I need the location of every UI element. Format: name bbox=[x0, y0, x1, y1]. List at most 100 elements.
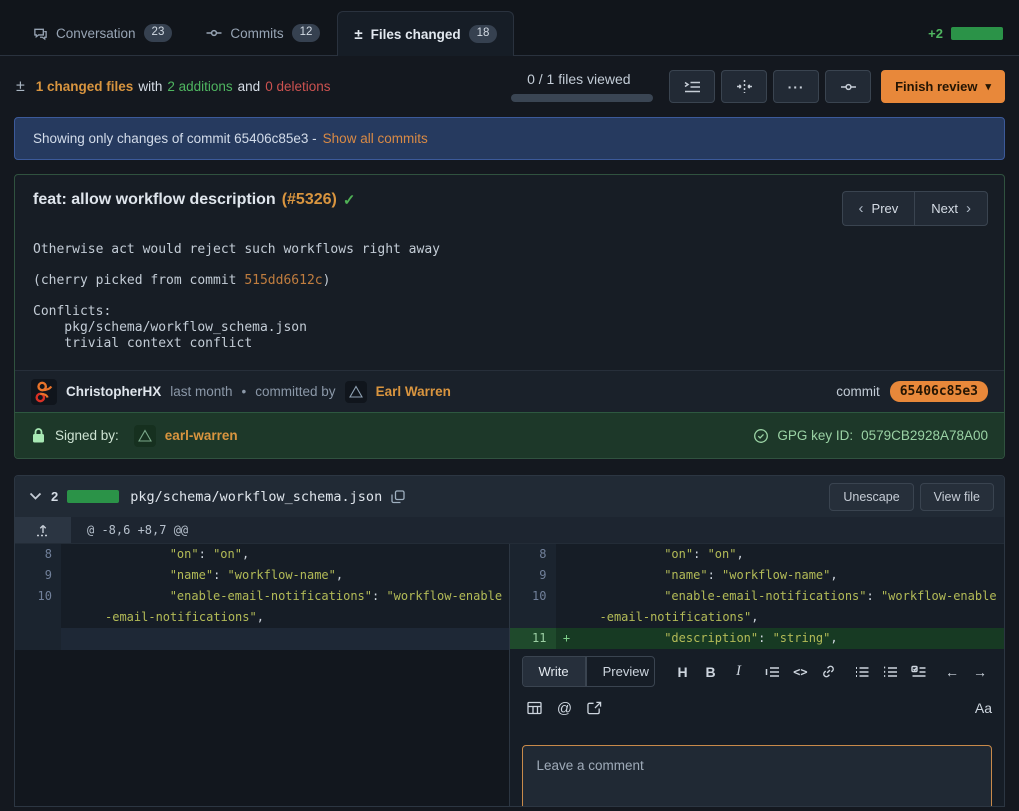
link-icon[interactable] bbox=[816, 659, 840, 685]
tab-count: 23 bbox=[144, 24, 173, 42]
finish-review-label: Finish review bbox=[895, 79, 977, 94]
diff-row-old-1: 9 "name": "workflow-name", bbox=[15, 565, 509, 586]
diff-toolbar: ± 1 changed files with 2 additions and 0… bbox=[0, 56, 1019, 115]
changed-files-text: 1 changed files bbox=[36, 79, 134, 94]
diff-row-old-2: 10 "enable-email-notifications": "workfl… bbox=[15, 586, 509, 628]
banner-text: Showing only changes of commit 65406c85e… bbox=[33, 131, 317, 146]
show-all-commits-link[interactable]: Show all commits bbox=[323, 131, 428, 146]
commit-title-text: feat: allow workflow description bbox=[33, 191, 276, 209]
diff-row-new-2: 10 "enable-email-notifications": "workfl… bbox=[510, 586, 1005, 628]
file-tree-toggle-button[interactable] bbox=[669, 70, 715, 103]
tab-label: Files changed bbox=[371, 27, 461, 42]
diffstat-bar bbox=[951, 27, 1003, 40]
ellipsis-icon: ··· bbox=[788, 79, 805, 95]
diff-pane-old: 8 "on": "on",9 "name": "workflow-name",1… bbox=[15, 544, 510, 807]
text-style-icon[interactable]: Aa bbox=[975, 700, 992, 716]
unescape-button[interactable]: Unescape bbox=[829, 483, 913, 511]
commit-icon bbox=[840, 80, 857, 94]
view-file-button[interactable]: View file bbox=[920, 483, 994, 511]
gpg-info: GPG key ID: 0579CB2928A78A00 bbox=[753, 428, 988, 444]
expand-up-icon bbox=[36, 524, 50, 537]
diff-sign bbox=[61, 544, 83, 565]
hunk-row: @ -8,6 +8,7 @@ bbox=[15, 517, 1004, 544]
cherry-pick-hash-link[interactable]: 515dd6612c bbox=[244, 273, 322, 288]
line-number[interactable]: 8 bbox=[510, 544, 556, 565]
dot-separator: • bbox=[242, 384, 247, 399]
prev-commit-button[interactable]: ‹ Prev bbox=[842, 191, 915, 226]
arrow-left-icon[interactable]: ← bbox=[940, 659, 964, 685]
file-change-count: 2 bbox=[51, 489, 58, 504]
commit-select-button[interactable] bbox=[825, 70, 871, 103]
arrow-right-icon[interactable]: → bbox=[968, 659, 992, 685]
author-name-link[interactable]: ChristopherHX bbox=[66, 384, 161, 399]
tab-count: 18 bbox=[469, 25, 498, 43]
tab-label: Conversation bbox=[56, 26, 136, 41]
ordered-list-icon[interactable] bbox=[878, 659, 902, 685]
quote-icon[interactable] bbox=[760, 659, 784, 685]
bold-icon[interactable]: B bbox=[699, 659, 723, 685]
inline-comment-editor: Write Preview H B I <> bbox=[510, 649, 1005, 807]
additions-count: +2 bbox=[928, 26, 943, 41]
comment-input[interactable] bbox=[522, 745, 993, 807]
task-list-icon[interactable] bbox=[906, 659, 930, 685]
signer-name-link[interactable]: earl-warren bbox=[165, 428, 238, 443]
file-diffstat-bar bbox=[67, 490, 119, 503]
code-icon[interactable]: <> bbox=[788, 659, 812, 685]
expand-hunk-button[interactable] bbox=[15, 517, 71, 543]
author-avatar[interactable] bbox=[31, 379, 57, 405]
reference-icon[interactable] bbox=[582, 695, 608, 721]
preview-tab[interactable]: Preview bbox=[586, 657, 655, 686]
write-tab[interactable]: Write bbox=[523, 657, 586, 686]
cherry-pick-suffix: ) bbox=[323, 273, 331, 288]
table-icon[interactable] bbox=[522, 695, 548, 721]
changed-summary: ± 1 changed files with 2 additions and 0… bbox=[16, 78, 331, 96]
files-viewed-progressbar bbox=[511, 94, 653, 102]
collapse-chevron-icon[interactable] bbox=[29, 492, 42, 501]
lock-icon bbox=[31, 427, 46, 444]
diff-sign bbox=[61, 586, 83, 628]
tab-commits[interactable]: Commits 12 bbox=[189, 10, 337, 55]
check-icon: ✓ bbox=[343, 191, 356, 209]
italic-icon[interactable]: I bbox=[726, 659, 750, 685]
commit-time: last month bbox=[170, 384, 232, 399]
committer-name-link[interactable]: Earl Warren bbox=[376, 384, 451, 399]
line-number[interactable]: 9 bbox=[15, 565, 61, 586]
copy-path-icon[interactable] bbox=[391, 490, 405, 504]
deletions-text: 0 deletions bbox=[265, 79, 330, 94]
committer-avatar[interactable] bbox=[345, 381, 367, 403]
signer-avatar[interactable] bbox=[134, 425, 156, 447]
commit-title: feat: allow workflow description (#5326)… bbox=[33, 191, 355, 209]
pr-tabbar: Conversation 23 Commits 12 ± Files chang… bbox=[0, 0, 1019, 56]
mention-icon[interactable]: @ bbox=[552, 695, 578, 721]
editor-mode-tabs: Write Preview bbox=[522, 656, 655, 687]
diff-icon: ± bbox=[354, 26, 362, 43]
finish-review-button[interactable]: Finish review ▾ bbox=[881, 70, 1005, 103]
next-commit-button[interactable]: Next › bbox=[914, 191, 988, 226]
chevron-right-icon: › bbox=[966, 200, 971, 217]
commit-label: commit bbox=[836, 384, 880, 399]
line-number[interactable]: 10 bbox=[15, 586, 61, 628]
line-number[interactable]: 11 bbox=[510, 628, 556, 649]
next-label: Next bbox=[931, 201, 958, 216]
more-options-button[interactable]: ··· bbox=[773, 70, 819, 103]
signed-row: Signed by: earl-warren GPG key ID: 0579C… bbox=[15, 412, 1004, 458]
unordered-list-icon[interactable] bbox=[850, 659, 874, 685]
commit-message-line: Otherwise act would reject such workflow… bbox=[33, 242, 986, 258]
pr-reference-link[interactable]: (#5326) bbox=[282, 191, 337, 209]
line-number[interactable]: 10 bbox=[510, 586, 556, 628]
commit-hash-badge[interactable]: 65406c85e3 bbox=[890, 381, 988, 402]
code-line: "enable-email-notifications": "workflow-… bbox=[83, 586, 509, 628]
heading-icon[interactable]: H bbox=[671, 659, 695, 685]
cherry-pick-prefix: (cherry picked from commit bbox=[33, 273, 244, 288]
tab-conversation[interactable]: Conversation 23 bbox=[16, 10, 189, 55]
line-number[interactable]: 8 bbox=[15, 544, 61, 565]
file-tree-icon bbox=[684, 80, 701, 94]
line-number[interactable]: 9 bbox=[510, 565, 556, 586]
conflicts-block: Conflicts: pkg/schema/workflow_schema.js… bbox=[33, 304, 986, 352]
commit-message: Otherwise act would reject such workflow… bbox=[15, 236, 1004, 370]
diff-view-toggle-button[interactable] bbox=[721, 70, 767, 103]
tab-files-changed[interactable]: ± Files changed 18 bbox=[337, 11, 514, 56]
files-viewed: 0 / 1 files viewed bbox=[511, 71, 653, 102]
diff-row-old-3 bbox=[15, 628, 509, 650]
split-diff: 8 "on": "on",9 "name": "workflow-name",1… bbox=[15, 544, 1004, 807]
